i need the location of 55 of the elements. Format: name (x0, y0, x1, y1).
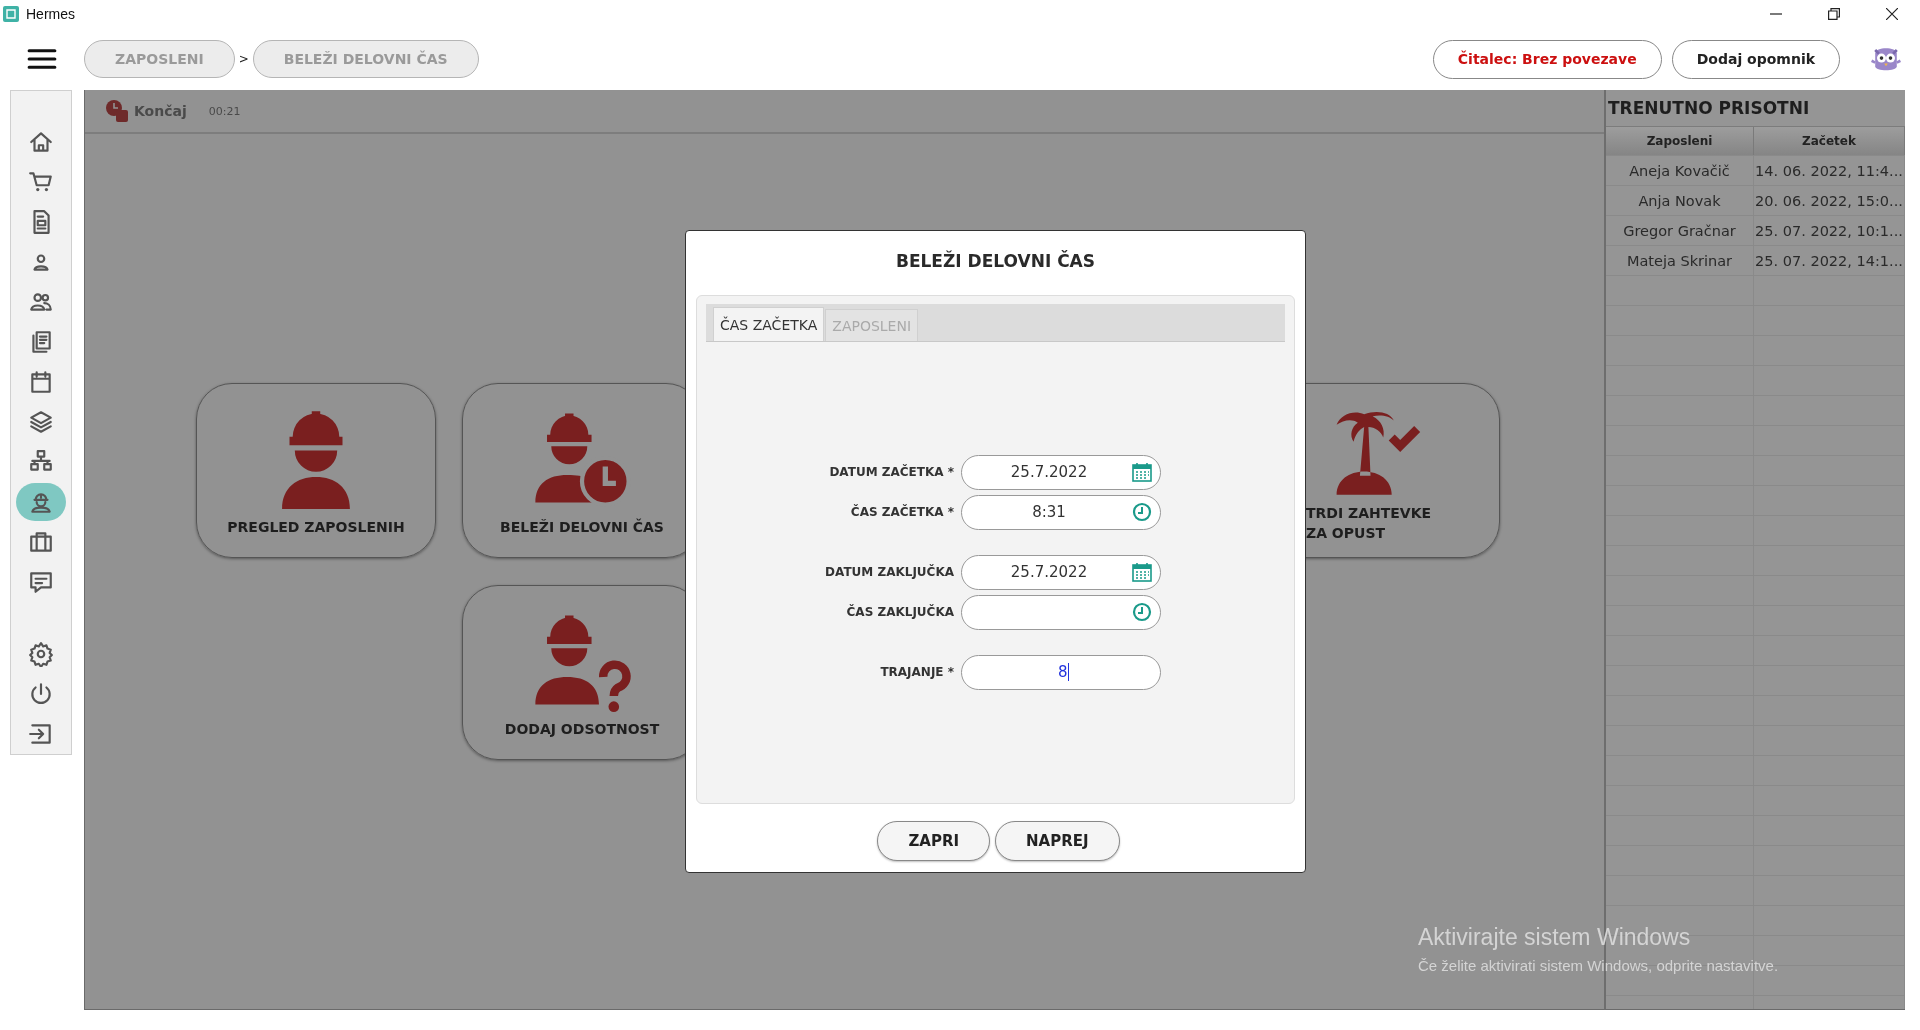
table-cell: 20. 06. 2022, 15:0... (1754, 186, 1905, 215)
layers-icon[interactable] (28, 409, 54, 435)
exit-icon[interactable] (28, 721, 54, 747)
dialog-title: BELEŽI DELOVNI ČAS (894, 249, 1096, 273)
tile-label: TRDI ZAHTEVKE ZA OPUST (1306, 504, 1433, 543)
table-cell: 25. 07. 2022, 14:1... (1754, 246, 1905, 275)
settings-icon[interactable] (28, 641, 54, 667)
tile-label: DODAJ ODSOTNOST (504, 721, 660, 737)
home-icon[interactable] (28, 129, 54, 155)
stop-clock-icon[interactable] (104, 99, 130, 123)
tile-button[interactable]: PREGLED ZAPOSLENIH (196, 383, 436, 558)
field-label: DATUM ZAČETKA * (828, 465, 954, 479)
column-header[interactable]: Začetek (1754, 127, 1905, 155)
table-cell: Gregor Gračnar (1606, 216, 1754, 245)
end-session-link[interactable]: Končaj (134, 103, 187, 119)
next-button[interactable]: NAPREJ (995, 821, 1120, 861)
session-timer: 00:21 (208, 104, 241, 118)
date-field[interactable]: 25.7.2022 (961, 554, 1161, 590)
field-label: ČAS ZAČETKA * (849, 505, 954, 519)
clock-icon[interactable] (1132, 602, 1152, 622)
time-field[interactable] (961, 594, 1161, 630)
briefcase-icon[interactable] (28, 529, 54, 555)
activation-notice-text: Če želite aktivirati sistem Windows, odprite nastavitve. (1418, 957, 1779, 974)
table-cell: 14. 06. 2022, 11:4... (1754, 156, 1905, 185)
calendar-icon[interactable] (1132, 462, 1152, 482)
app-icon (3, 6, 19, 22)
time-field[interactable]: 8:31 (961, 494, 1161, 530)
reader-status-button[interactable]: Čitalec: Brez povezave (1432, 39, 1662, 79)
close-icon[interactable] (1886, 8, 1898, 20)
date-field[interactable]: 25.7.2022 (961, 454, 1161, 490)
breadcrumb-separator: > (238, 52, 249, 66)
number-field[interactable]: 8 (961, 654, 1161, 690)
table-cell: Aneja Kovačič (1606, 156, 1754, 185)
table-cell: 25. 07. 2022, 10:1... (1754, 216, 1905, 245)
menu-icon[interactable] (26, 48, 58, 70)
field-label: TRAJANJE * (879, 665, 954, 679)
tile-label: BELEŽI DELOVNI ČAS (500, 519, 664, 535)
restore-icon[interactable] (1828, 8, 1840, 20)
table-cell: Anja Novak (1606, 186, 1754, 215)
calendar-icon[interactable] (28, 369, 54, 395)
chat-icon[interactable] (28, 569, 54, 595)
reminder-button[interactable]: Dodaj opomnik (1671, 39, 1840, 79)
close-button[interactable]: ZAPRI (877, 821, 991, 861)
window-title: Hermes (26, 6, 75, 22)
power-icon[interactable] (28, 681, 54, 707)
table-cell: Mateja Skrinar (1606, 246, 1754, 275)
tab[interactable]: ČAS ZAČETKA (713, 307, 825, 341)
column-header[interactable]: Zaposleni (1606, 127, 1754, 155)
field-label: ČAS ZAKLJUČKA (845, 605, 954, 619)
activation-notice-title: Aktivirajte sistem Windows (1418, 924, 1692, 951)
clock-icon[interactable] (1132, 502, 1152, 522)
tile-label: PREGLED ZAPOSLENIH (227, 519, 405, 535)
sidebar-item-highlight[interactable] (16, 483, 66, 521)
calendar-icon[interactable] (1132, 562, 1152, 582)
field-label: DATUM ZAKLJUČKA (824, 565, 954, 579)
